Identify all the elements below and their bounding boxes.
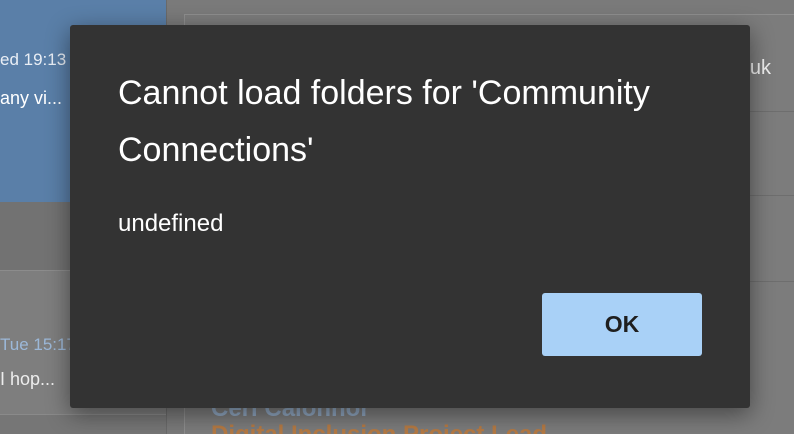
contact-role: Digital Inclusion Project Lead <box>211 421 547 434</box>
app-window: ed 19:13 any vi... Tue 15:17 I hop... uk… <box>0 0 794 434</box>
message-preview: I hop... <box>0 369 56 389</box>
ok-button[interactable]: OK <box>542 293 702 356</box>
sender-email: uk <box>749 57 771 79</box>
message-time: Tue 15:17 <box>0 335 76 354</box>
error-dialog: Cannot load folders for 'Community Conne… <box>70 25 750 408</box>
message-preview: any vi... <box>0 88 63 108</box>
dialog-title: Cannot load folders for 'Community Conne… <box>118 74 650 169</box>
list-item[interactable] <box>0 414 166 434</box>
message-time: ed 19:13 <box>0 50 67 69</box>
dialog-message: undefined <box>118 210 224 237</box>
